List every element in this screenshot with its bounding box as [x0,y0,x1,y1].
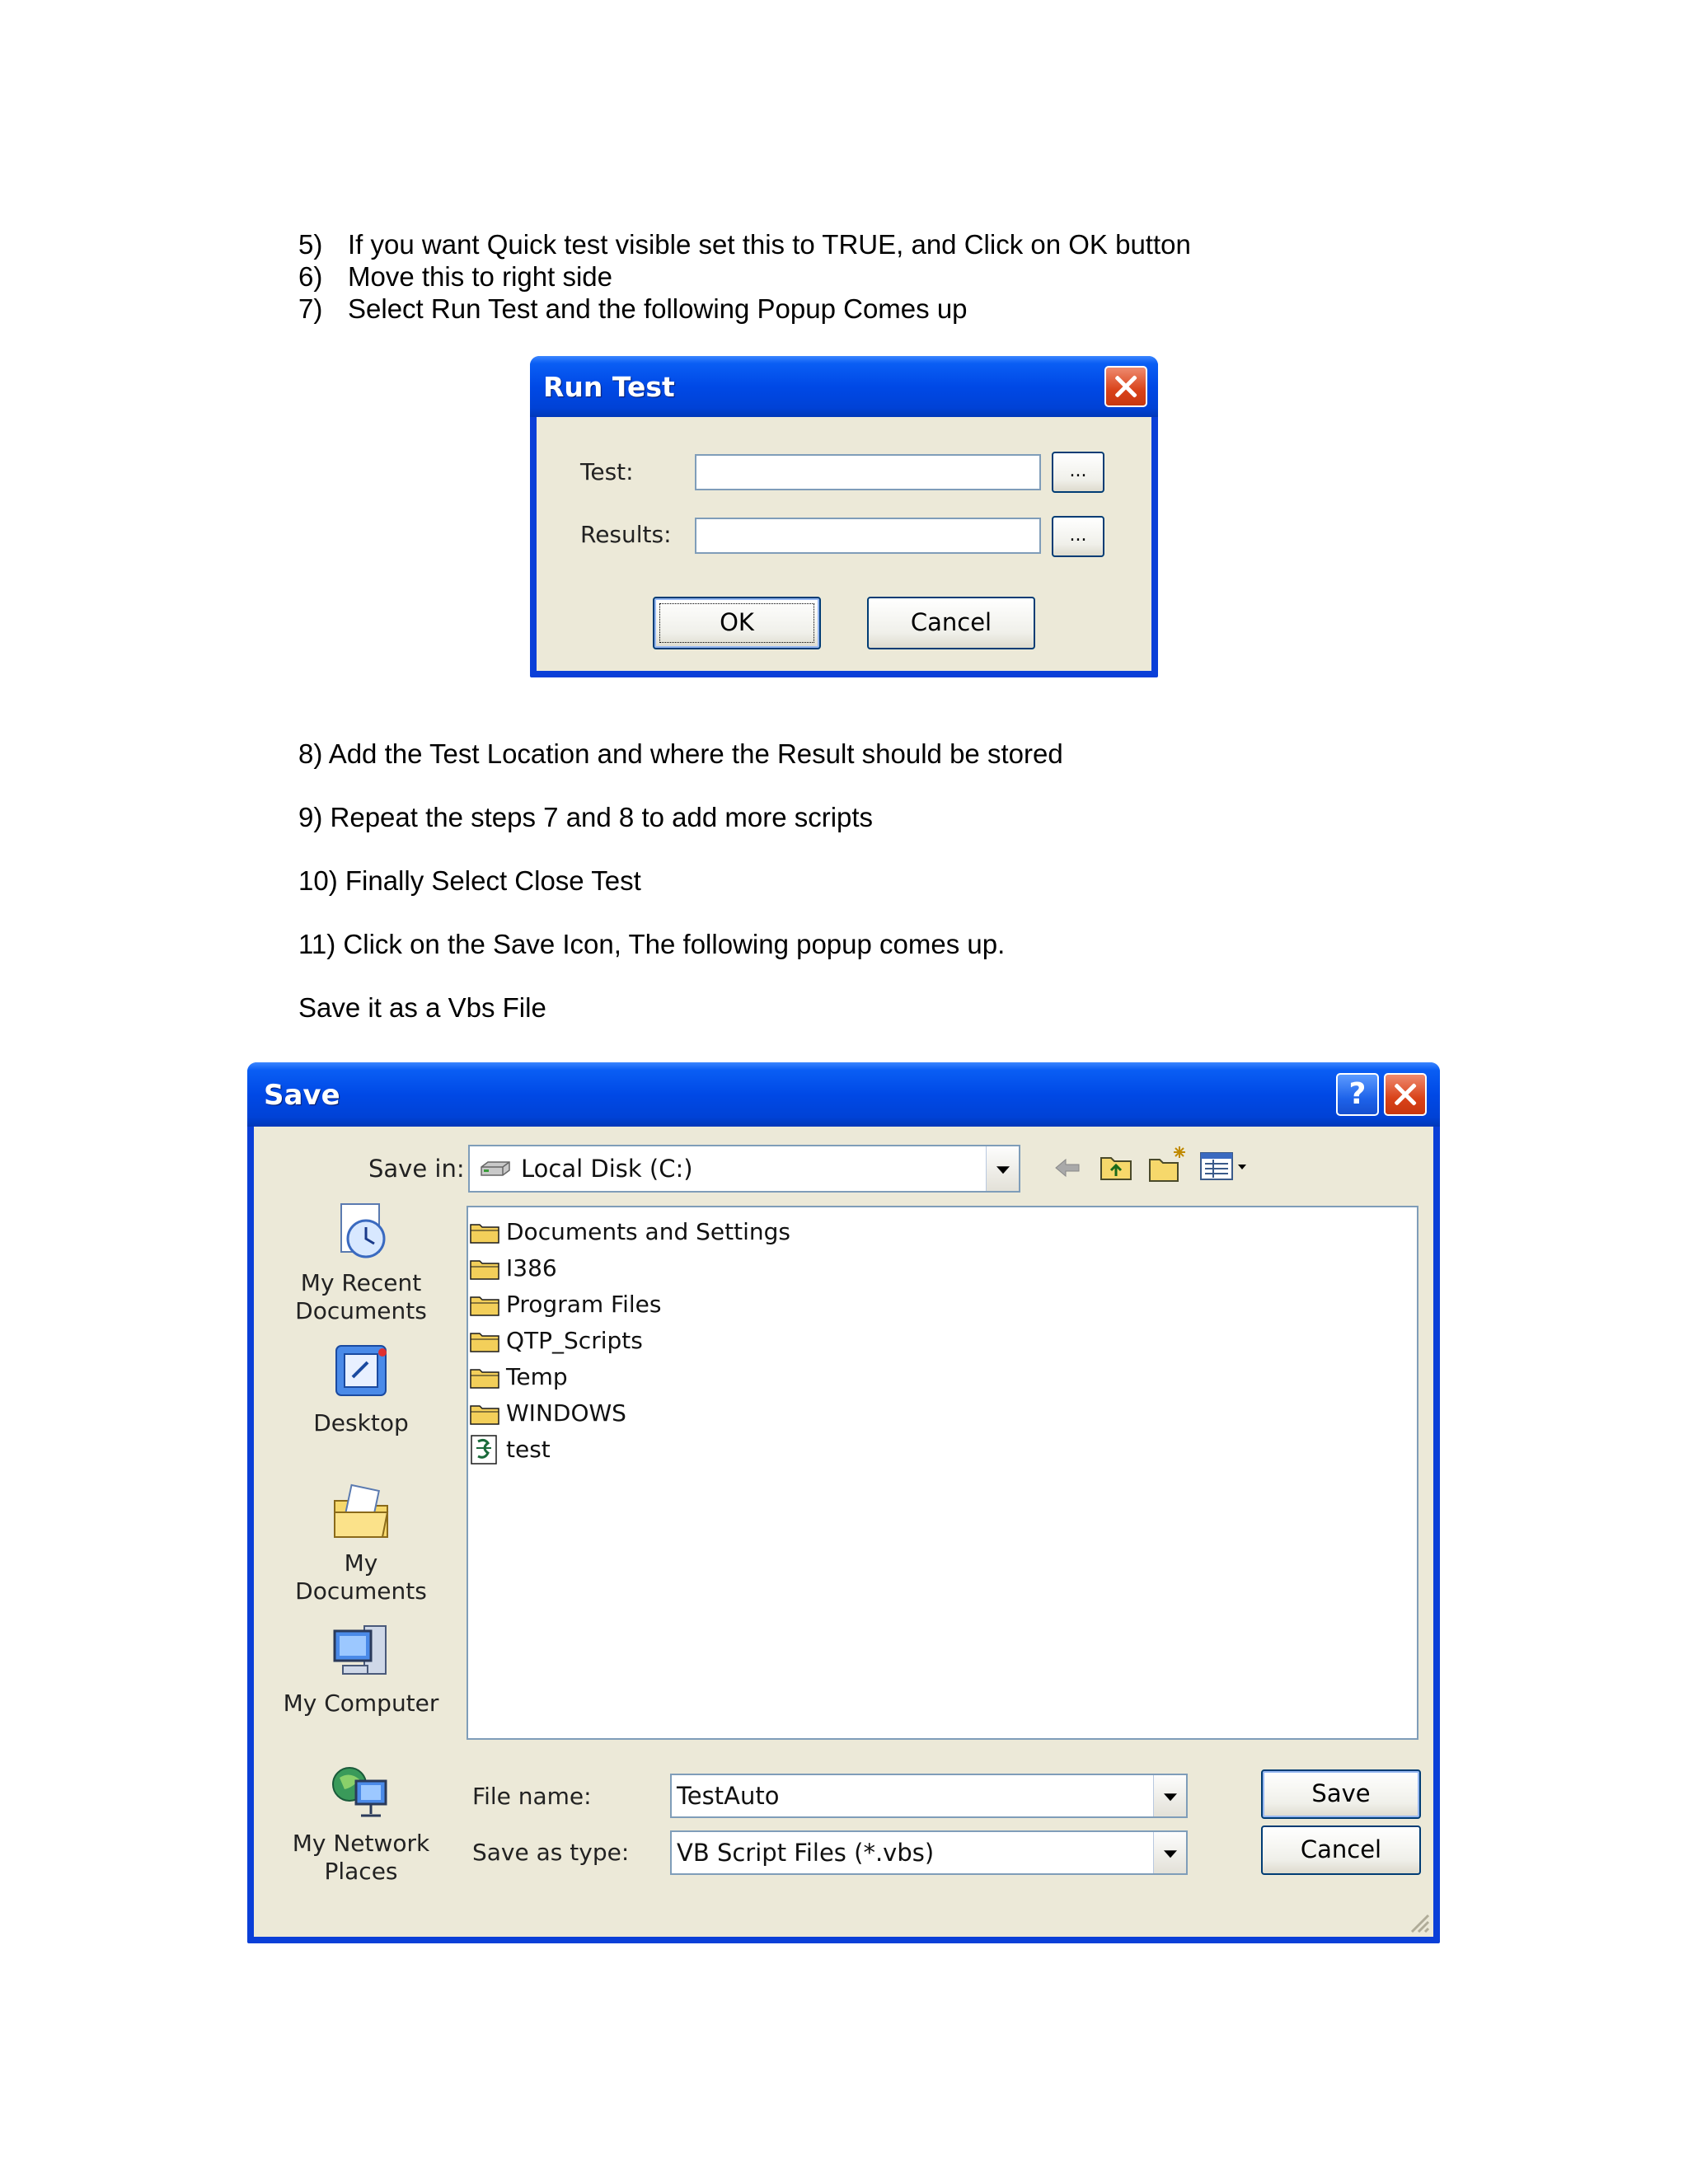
save-as-type-value: VB Script Files (*.vbs) [677,1839,935,1867]
step-text: Select Run Test and the following Popup … [348,293,968,324]
view-menu-icon[interactable] [1198,1150,1253,1184]
place-desktop[interactable]: Desktop [279,1339,443,1437]
place-label: My Network Places [292,1830,430,1885]
save-dialog-title: Save [264,1079,340,1112]
step-9: 9) Repeat the steps 7 and 8 to add more … [298,802,874,832]
place-label: My Computer [283,1690,439,1717]
save-titlebar[interactable]: Save ? [247,1062,1440,1127]
place-label: My Documents [295,1549,427,1605]
chevron-down-icon[interactable] [1153,1775,1186,1816]
ok-button[interactable]: OK [653,597,821,649]
test-label: Test: [580,458,634,485]
save-as-type-label: Save as type: [472,1839,630,1866]
desktop-icon [335,1345,387,1396]
save-button[interactable]: Save [1261,1769,1421,1819]
file-name-value: TestAuto [677,1782,780,1810]
step-number: 7) [298,293,323,324]
chevron-down-icon[interactable] [986,1146,1019,1191]
folder-icon [470,1296,499,1316]
step-text: If you want Quick test visible set this … [348,229,1191,260]
test-browse-button[interactable]: ... [1052,452,1104,493]
my-documents-icon [334,1483,389,1538]
save-in-label: Save in: [368,1155,465,1183]
back-arrow-icon[interactable] [1051,1151,1084,1184]
run-test-dialog: Run Test Test: ... Results: ... OK Cance… [530,356,1158,677]
close-icon[interactable] [1384,1073,1427,1116]
run-test-titlebar[interactable]: Run Test [530,356,1158,417]
resize-grip-icon[interactable] [1405,1909,1430,1933]
help-icon[interactable]: ? [1336,1073,1379,1116]
results-browse-button[interactable]: ... [1052,516,1104,557]
place-my-network-places[interactable]: My Network Places [279,1760,443,1886]
save-dialog-body: Save in: Local Disk (C:) My Recent Docum… [254,1127,1433,1937]
my-recent-documents-icon [340,1203,386,1258]
save-dialog: Save ? Save in: Local Disk (C:) My Recen… [247,1062,1440,1943]
focus-rectangle [659,603,814,643]
results-label: Results: [580,521,672,548]
my-computer-icon [333,1625,387,1675]
test-field[interactable] [695,454,1041,490]
file-name: test [506,1436,551,1463]
file-list[interactable] [467,1206,1418,1740]
folder-icon [470,1405,499,1425]
file-name: I386 [506,1254,557,1282]
vbs-script-icon [471,1435,497,1465]
folder-icon [470,1224,499,1244]
step-number: 5) [298,229,323,260]
save-as-type-dropdown[interactable]: VB Script Files (*.vbs) [670,1830,1188,1875]
new-folder-icon[interactable] [1146,1143,1189,1186]
save-in-dropdown[interactable]: Local Disk (C:) [468,1145,1020,1193]
file-name: QTP_Scripts [506,1327,643,1354]
file-name: Program Files [506,1291,662,1318]
place-my-documents[interactable]: My Documents [279,1479,443,1605]
step-8: 8) Add the Test Location and where the R… [298,738,1063,769]
local-disk-icon [481,1161,510,1176]
file-name: WINDOWS [506,1399,626,1427]
file-name-field[interactable]: TestAuto [670,1774,1188,1818]
step-text: Move this to right side [348,261,612,292]
cancel-button[interactable]: Cancel [867,597,1035,649]
results-field[interactable] [695,518,1041,554]
my-network-places-icon [332,1767,387,1817]
place-label: My Recent Documents [295,1269,427,1324]
folder-icon [470,1369,499,1389]
run-test-body: Test: ... Results: ... OK Cancel [537,417,1151,671]
file-name: Temp [506,1363,568,1390]
chevron-down-icon[interactable] [1153,1832,1186,1873]
file-name-label: File name: [472,1783,592,1810]
place-my-recent-documents[interactable]: My Recent Documents [279,1199,443,1325]
folder-icon [470,1260,499,1280]
place-my-computer[interactable]: My Computer [279,1619,443,1718]
close-icon[interactable] [1104,366,1147,407]
folder-icon [470,1333,499,1352]
up-folder-icon[interactable] [1098,1148,1136,1186]
step-10: 10) Finally Select Close Test [298,865,641,896]
save-in-value: Local Disk (C:) [521,1155,693,1183]
run-test-title: Run Test [543,371,675,403]
file-name: Documents and Settings [506,1218,790,1245]
place-label: Desktop [313,1409,409,1436]
cancel-button[interactable]: Cancel [1261,1825,1421,1875]
step-11: 11) Click on the Save Icon, The followin… [298,929,1006,959]
save-note: Save it as a Vbs File [298,992,546,1023]
step-number: 6) [298,261,323,292]
